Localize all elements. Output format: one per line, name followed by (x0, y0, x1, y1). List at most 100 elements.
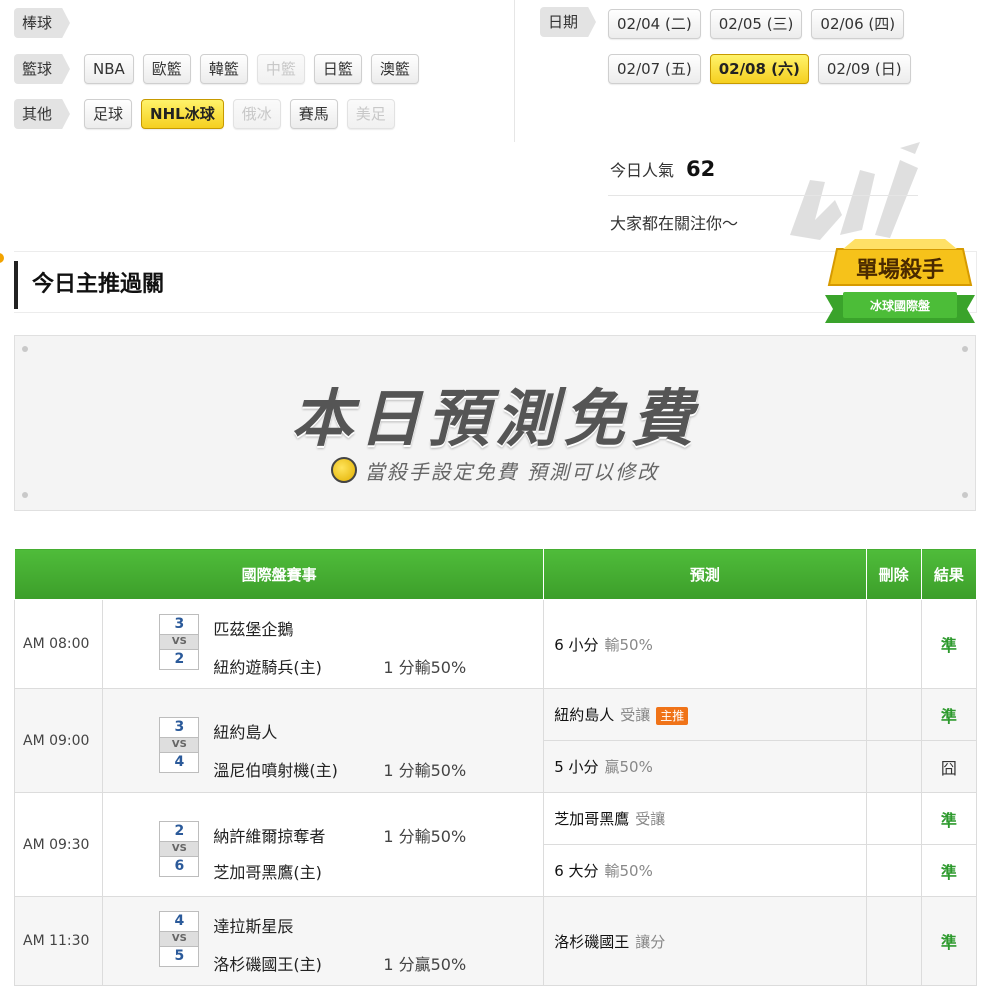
spread-result: 1 分輸50% (383, 760, 467, 780)
spread-result: 1 分贏50% (383, 955, 467, 974)
category-row-other: 其他 足球 NHL冰球 俄冰 賽馬 美足 (14, 99, 404, 129)
site-logo-watermark (790, 142, 920, 240)
match-cell: 3 VS 4 紐約島人 溫尼伯噴射機(主) 1 分輸50% (102, 688, 545, 793)
vs-label: VS (160, 931, 199, 947)
delete-cell (865, 896, 922, 986)
prediction-detail: 讓分 (635, 932, 666, 951)
away-team: 納許維爾掠奪者 (213, 826, 326, 846)
result-cell: 準 (920, 896, 978, 986)
prediction-cell: 芝加哥黑鷹 受讓 (543, 792, 867, 845)
away-score: 2 (174, 822, 185, 839)
date-chip-0209[interactable]: 02/09 (日) (817, 54, 911, 84)
popularity-count: 62 (686, 157, 716, 181)
date-chip-0205[interactable]: 02/05 (三) (709, 9, 803, 39)
game-time: AM 09:30 (13, 792, 104, 897)
league-chip-american-football: 美足 (346, 99, 395, 129)
home-score: 2 (174, 651, 185, 667)
badge-subtitle: 冰球國際盤 (870, 298, 931, 313)
date-chip-0207[interactable]: 02/07 (五) (608, 54, 701, 84)
prediction-detail: 輸50% (604, 862, 653, 880)
prediction-detail: 受讓 (635, 810, 666, 828)
banner-title: 本日預測免費 (290, 382, 699, 455)
header-prediction: 預測 (543, 548, 867, 600)
league-chip-nba[interactable]: NBA (84, 54, 134, 84)
match-cell: 4 VS 5 達拉斯星辰 洛杉磯國王(主) 1 分贏50% (102, 896, 545, 986)
league-chip-japan-basketball[interactable]: 日籃 (313, 54, 362, 84)
vs-label: VS (160, 634, 199, 650)
league-chip-china-basketball: 中籃 (256, 54, 305, 84)
prediction-pick: 洛杉磯國王 (554, 932, 630, 951)
prediction-detail: 輸50% (604, 635, 653, 654)
away-team: 紐約島人 (213, 722, 278, 742)
vs-label: VS (160, 840, 199, 857)
screw-icon (22, 346, 28, 352)
league-chip-euro-basketball[interactable]: 歐籃 (142, 54, 191, 84)
date-row-2: 02/07 (五) 02/08 (六) 02/09 (日) (608, 54, 920, 84)
home-score: 5 (174, 948, 185, 964)
result-cell: 準 (920, 688, 978, 741)
follow-text: 大家都在關注你～ (610, 214, 739, 233)
league-chip-australia-basketball[interactable]: 澳籃 (370, 54, 419, 84)
league-chip-korea-basketball[interactable]: 韓籃 (199, 54, 248, 84)
date-chip-0204[interactable]: 02/04 (二) (608, 9, 701, 39)
home-team: 洛杉磯國王(主) (213, 955, 322, 974)
spread-result: 1 分輸50% (383, 658, 467, 677)
match-cell: 2 VS 6 納許維爾掠奪者 1 分輸50% 芝加哥黑鷹(主) (102, 792, 545, 897)
killer-badge: 單場殺手 冰球國際盤 (825, 239, 975, 323)
score-box: 4 VS 5 (159, 911, 200, 967)
prediction-pick: 6 小分 (554, 635, 599, 654)
league-chip-russia-hockey: 俄冰 (232, 99, 281, 129)
popularity: 今日人氣 62 (610, 157, 715, 181)
delete-cell (865, 792, 922, 845)
vs-label: VS (160, 736, 199, 753)
score-box: 2 VS 6 (159, 820, 200, 877)
game-time: AM 11:30 (13, 896, 104, 986)
prediction-cell: 6 小分 輸50% (543, 599, 867, 689)
popularity-label: 今日人氣 (610, 161, 675, 180)
results-table: 國際盤賽事 預測 刪除 結果 AM 08:00 3 VS 2 匹茲堡企鵝 紐約遊… (13, 548, 978, 986)
divider (514, 0, 515, 142)
result-cell: 準 (920, 844, 978, 897)
orange-dot-icon (0, 253, 4, 263)
league-chip-soccer[interactable]: 足球 (84, 99, 133, 129)
away-score: 3 (174, 616, 185, 632)
category-label-basketball[interactable]: 籃球 (14, 54, 71, 84)
delete-cell (865, 844, 922, 897)
date-chip-0206[interactable]: 02/06 (四) (811, 9, 905, 39)
match-cell: 3 VS 2 匹茲堡企鵝 紐約遊騎兵(主) 1 分輸50% (102, 599, 545, 689)
date-label: 日期 (540, 7, 597, 37)
prediction-pick: 5 小分 (554, 758, 599, 776)
category-row-basketball: 籃球 NBA 歐籃 韓籃 中籃 日籃 澳籃 (14, 54, 428, 84)
category-label-other[interactable]: 其他 (14, 99, 71, 129)
lightbulb-icon (330, 457, 357, 483)
table-row: AM 11:30 4 VS 5 達拉斯星辰 洛杉磯國王(主) 1 分贏50% 洛… (13, 896, 978, 986)
away-team: 達拉斯星辰 (213, 917, 294, 936)
badge-title: 單場殺手 (856, 257, 944, 283)
screw-icon (22, 492, 28, 498)
league-chip-horse-racing[interactable]: 賽馬 (289, 99, 338, 129)
screw-icon (962, 492, 968, 498)
prediction-detail: 受讓 (620, 706, 651, 724)
category-label-baseball[interactable]: 棒球 (14, 8, 71, 38)
prediction-pick: 紐約島人 (554, 706, 615, 724)
home-score: 4 (174, 753, 185, 770)
table-header-row: 國際盤賽事 預測 刪除 結果 (13, 548, 978, 600)
prediction-cell: 5 小分 贏50% (543, 740, 867, 793)
section-title: 今日主推過關 (32, 272, 165, 297)
home-team: 芝加哥黑鷹(主) (213, 862, 322, 882)
home-team: 紐約遊騎兵(主) (213, 658, 322, 677)
league-chip-nhl[interactable]: NHL冰球 (141, 99, 224, 129)
result-cell: 準 (920, 599, 978, 689)
prediction-cell: 洛杉磯國王 讓分 (543, 896, 867, 986)
header-result: 結果 (920, 548, 978, 600)
away-team: 匹茲堡企鵝 (213, 620, 294, 639)
score-box: 3 VS 4 (159, 716, 200, 773)
spread-result: 1 分輸50% (383, 826, 467, 846)
away-score: 4 (174, 913, 185, 929)
prediction-pick: 6 大分 (554, 862, 599, 880)
date-row-1: 02/04 (二) 02/05 (三) 02/06 (四) (608, 9, 913, 39)
date-chip-0208[interactable]: 02/08 (六) (709, 54, 809, 84)
featured-tag: 主推 (656, 707, 689, 725)
screw-icon (962, 346, 968, 352)
game-time: AM 08:00 (13, 599, 104, 689)
